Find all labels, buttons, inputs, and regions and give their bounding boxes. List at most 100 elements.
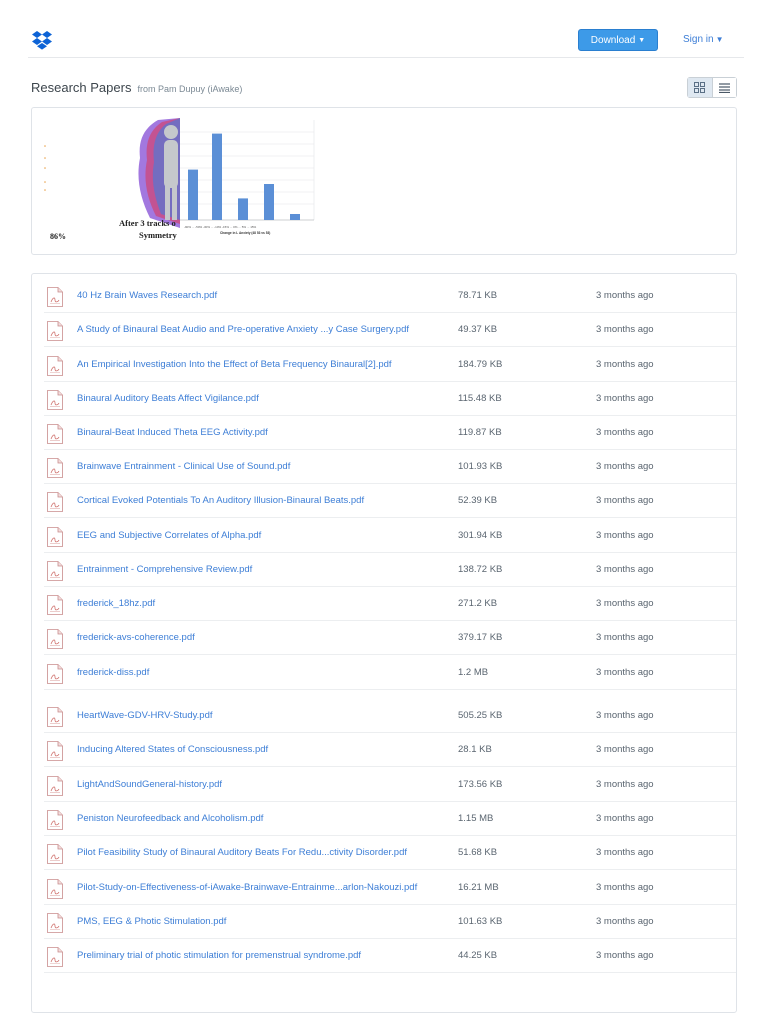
file-name-link[interactable]: EEG and Subjective Correlates of Alpha.p…: [77, 530, 261, 541]
file-row[interactable]: A Study of Binaural Beat Audio and Pre-o…: [44, 313, 736, 347]
file-size: 301.94 KB: [458, 530, 503, 541]
list-view-button[interactable]: [711, 78, 736, 97]
pdf-file-icon: [47, 390, 63, 410]
pdf-file-icon: [47, 561, 63, 581]
file-modified-date: 3 months ago: [596, 290, 654, 301]
file-name-link[interactable]: PMS, EEG & Photic Stimulation.pdf: [77, 916, 226, 927]
file-row[interactable]: An Empirical Investigation Into the Effe…: [44, 348, 736, 382]
pdf-file-icon: [47, 527, 63, 547]
file-name-link[interactable]: frederick-diss.pdf: [77, 667, 149, 678]
folder-header: Research Papers from Pam Dupuy (iAwake): [31, 77, 737, 101]
file-modified-date: 3 months ago: [596, 916, 654, 927]
file-modified-date: 3 months ago: [596, 393, 654, 404]
file-size: 1.2 MB: [458, 667, 489, 678]
file-row[interactable]: Entrainment - Comprehensive Review.pdf 13…: [44, 553, 736, 587]
file-modified-date: 3 months ago: [596, 564, 654, 575]
file-name-link[interactable]: Pilot Feasibility Study of Binaural Audi…: [77, 847, 407, 858]
page-subtitle: from Pam Dupuy (iAwake): [137, 84, 243, 94]
file-name-link[interactable]: Preliminary trial of photic stimulation …: [77, 950, 361, 961]
file-row[interactable]: Peniston Neurofeedback and Alcoholism.pd…: [44, 802, 736, 836]
file-name-link[interactable]: Peniston Neurofeedback and Alcoholism.pd…: [77, 813, 263, 824]
file-row[interactable]: Inducing Altered States of Consciousness…: [44, 733, 736, 767]
file-modified-date: 3 months ago: [596, 427, 654, 438]
grid-icon: [694, 82, 706, 93]
pdf-file-icon: [47, 844, 63, 864]
thumbnail-percent: 86%: [50, 232, 66, 241]
file-row[interactable]: Pilot Feasibility Study of Binaural Audi…: [44, 836, 736, 870]
file-name-link[interactable]: Brainwave Entrainment - Clinical Use of …: [77, 461, 290, 472]
file-list: 40 Hz Brain Waves Research.pdf 78.71 KB 3 …: [31, 273, 737, 1013]
file-row[interactable]: Binaural-Beat Induced Theta EEG Activity…: [44, 416, 736, 450]
file-modified-date: 3 months ago: [596, 744, 654, 755]
thumbnail-caption-1: After 3 tracks o: [119, 218, 176, 228]
file-row[interactable]: Preliminary trial of photic stimulation …: [44, 939, 736, 973]
file-name-link[interactable]: Cortical Evoked Potentials To An Auditor…: [77, 495, 364, 506]
download-label: Download: [590, 35, 636, 46]
grid-view-button[interactable]: [688, 78, 712, 97]
file-size: 271.2 KB: [458, 598, 498, 609]
file-modified-date: 3 months ago: [596, 530, 654, 541]
thumbnail-chart-xlabel: Change in L Anxiety (48 53 vs 53): [220, 231, 270, 235]
file-name-link[interactable]: Binaural-Beat Induced Theta EEG Activity…: [77, 427, 268, 438]
file-name-link[interactable]: LightAndSoundGeneral-history.pdf: [77, 779, 222, 790]
file-size: 49.37 KB: [458, 324, 498, 335]
file-row[interactable]: LightAndSoundGeneral-history.pdf 173.56 K…: [44, 768, 736, 802]
thumbnail-caption-2: Symmetry: [139, 230, 178, 240]
file-name-link[interactable]: Inducing Altered States of Consciousness…: [77, 744, 268, 755]
thumbnail-tick-labels: -90% ... -50% -30% ... -10% -15% ... 0% …: [184, 225, 257, 229]
file-row[interactable]: Binaural Auditory Beats Affect Vigilance…: [44, 382, 736, 416]
file-row[interactable]: 40 Hz Brain Waves Research.pdf 78.71 KB 3 …: [44, 279, 736, 313]
file-modified-date: 3 months ago: [596, 710, 654, 721]
file-modified-date: 3 months ago: [596, 324, 654, 335]
pdf-file-icon: [47, 424, 63, 444]
file-row[interactable]: PMS, EEG & Photic Stimulation.pdf 101.63 …: [44, 905, 736, 939]
file-name-link[interactable]: frederick_18hz.pdf: [77, 598, 155, 609]
pdf-file-icon: [47, 492, 63, 512]
file-row[interactable]: Pilot-Study-on-Effectiveness-of-iAwake-B…: [44, 871, 736, 905]
file-row[interactable]: HeartWave-GDV-HRV-Study.pdf 505.25 KB 3 mo…: [44, 699, 736, 733]
sign-in-link[interactable]: Sign in ▼: [683, 34, 724, 45]
file-row[interactable]: frederick-avs-coherence.pdf 379.17 KB 3 mo…: [44, 621, 736, 655]
pdf-file-icon: [47, 595, 63, 615]
dropbox-logo-icon[interactable]: [31, 30, 53, 52]
file-row[interactable]: Cortical Evoked Potentials To An Auditor…: [44, 484, 736, 518]
file-name-link[interactable]: 40 Hz Brain Waves Research.pdf: [77, 290, 217, 301]
pdf-file-icon: [47, 287, 63, 307]
pdf-file-icon: [47, 664, 63, 684]
file-size: 16.21 MB: [458, 882, 499, 893]
pdf-file-icon: [47, 879, 63, 899]
thumbnail-bar: [188, 169, 198, 220]
file-row[interactable]: frederick_18hz.pdf 271.2 KB 3 months ago: [44, 587, 736, 621]
view-toggle: [687, 77, 737, 98]
file-size: 1.15 MB: [458, 813, 494, 824]
file-name-link[interactable]: An Empirical Investigation Into the Effe…: [77, 359, 392, 370]
file-name-link[interactable]: Pilot-Study-on-Effectiveness-of-iAwake-B…: [77, 882, 417, 893]
file-size: 119.87 KB: [458, 427, 502, 438]
file-row[interactable]: Brainwave Entrainment - Clinical Use of …: [44, 450, 736, 484]
top-bar: Download ▼ Sign in ▼: [0, 0, 768, 58]
thumbnail-bar: [212, 133, 222, 220]
file-size: 52.39 KB: [458, 495, 498, 506]
thumbnail-bar-chart: -90% ... -50% -30% ... -10% -15% ... 0% …: [180, 120, 316, 235]
file-modified-date: 3 months ago: [596, 359, 654, 370]
download-button[interactable]: Download ▼: [578, 29, 658, 51]
file-name-link[interactable]: Entrainment - Comprehensive Review.pdf: [77, 564, 252, 575]
file-name-link[interactable]: Binaural Auditory Beats Affect Vigilance…: [77, 393, 259, 404]
file-modified-date: 3 months ago: [596, 779, 654, 790]
list-icon: [718, 82, 730, 93]
file-size: 28.1 KB: [458, 744, 492, 755]
file-row[interactable]: frederick-diss.pdf 1.2 MB 3 months ago: [44, 656, 736, 690]
pdf-file-icon: [47, 321, 63, 341]
sign-in-label: Sign in: [683, 34, 714, 45]
file-name-link[interactable]: A Study of Binaural Beat Audio and Pre-o…: [77, 324, 409, 335]
preview-thumbnail[interactable]: After 3 tracks o Symmetry 86% -90% ... -…: [31, 107, 737, 255]
file-name-link[interactable]: HeartWave-GDV-HRV-Study.pdf: [77, 710, 213, 721]
file-row[interactable]: EEG and Subjective Correlates of Alpha.p…: [44, 519, 736, 553]
file-modified-date: 3 months ago: [596, 847, 654, 858]
pdf-file-icon: [47, 458, 63, 478]
pdf-file-icon: [47, 741, 63, 761]
file-name-link[interactable]: frederick-avs-coherence.pdf: [77, 632, 195, 643]
file-size: 115.48 KB: [458, 393, 502, 404]
pdf-file-icon: [47, 707, 63, 727]
page-title: Research Papers: [31, 80, 132, 95]
